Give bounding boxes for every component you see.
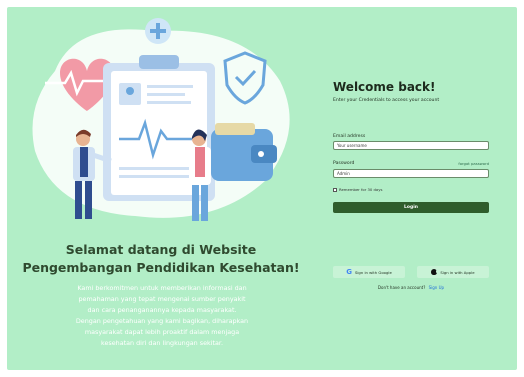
hero-description-line: pemahaman yang tepat mengenai sumber pen… [78, 295, 246, 303]
hero-description-line: kesehatan diri dan lingkungan sekitar. [100, 339, 223, 347]
apple-signin-button[interactable]: Sign in with Apple [417, 266, 489, 278]
social-login-row: G Sign in with Google Sign in with Apple [333, 266, 489, 278]
login-button[interactable]: Login [333, 202, 489, 213]
google-icon: G [346, 267, 352, 276]
wallet-icon [211, 123, 277, 181]
remember-me[interactable]: Remember for 30 days [333, 187, 382, 192]
apple-signin-label: Sign in with Apple [440, 269, 475, 275]
email-input[interactable]: Your username [333, 141, 489, 150]
hero-description-line: dan cara penanganannya kepada masyarakat… [87, 306, 237, 314]
signup-link[interactable]: Sign Up [429, 285, 444, 290]
apple-icon [431, 269, 439, 275]
health-illustration [15, 11, 315, 243]
signup-row: Don't have an account? Sign Up [333, 285, 489, 290]
hero-description-line: Dengan pengetahuan yang kami bagikan, di… [75, 317, 249, 325]
login-form: Welcome back! Enter your Credentials to … [333, 79, 489, 290]
password-label: Password [333, 161, 355, 166]
remember-label: Remember for 30 days [339, 187, 383, 192]
forgot-password-link[interactable]: forgot password [458, 161, 489, 167]
remember-checkbox[interactable] [333, 187, 337, 192]
login-subtitle: Enter your Credentials to access your ac… [333, 98, 440, 103]
google-signin-button[interactable]: G Sign in with Google [333, 266, 405, 278]
google-signin-label: Sign in with Google [354, 269, 392, 275]
page-frame: Selamat datang di Website Pengembangan P… [7, 7, 517, 370]
email-label: Email address [333, 134, 366, 139]
hero-title-line2: Pengembangan Pendidikan Kesehatan! [22, 260, 300, 275]
hero-description: Kami berkomitmen untuk memberikan inform… [21, 283, 303, 349]
hero-description-line: masyarakat dapat lebih proaktif dalam me… [84, 328, 240, 336]
hero-description-line: Kami berkomitmen untuk memberikan inform… [77, 284, 247, 292]
no-account-text: Don't have an account? [377, 285, 426, 290]
hero-title-line1: Selamat datang di Website [65, 242, 257, 257]
plus-icon [145, 18, 171, 44]
password-input[interactable]: Admin [333, 169, 489, 178]
welcome-heading: Welcome back! [333, 80, 436, 94]
